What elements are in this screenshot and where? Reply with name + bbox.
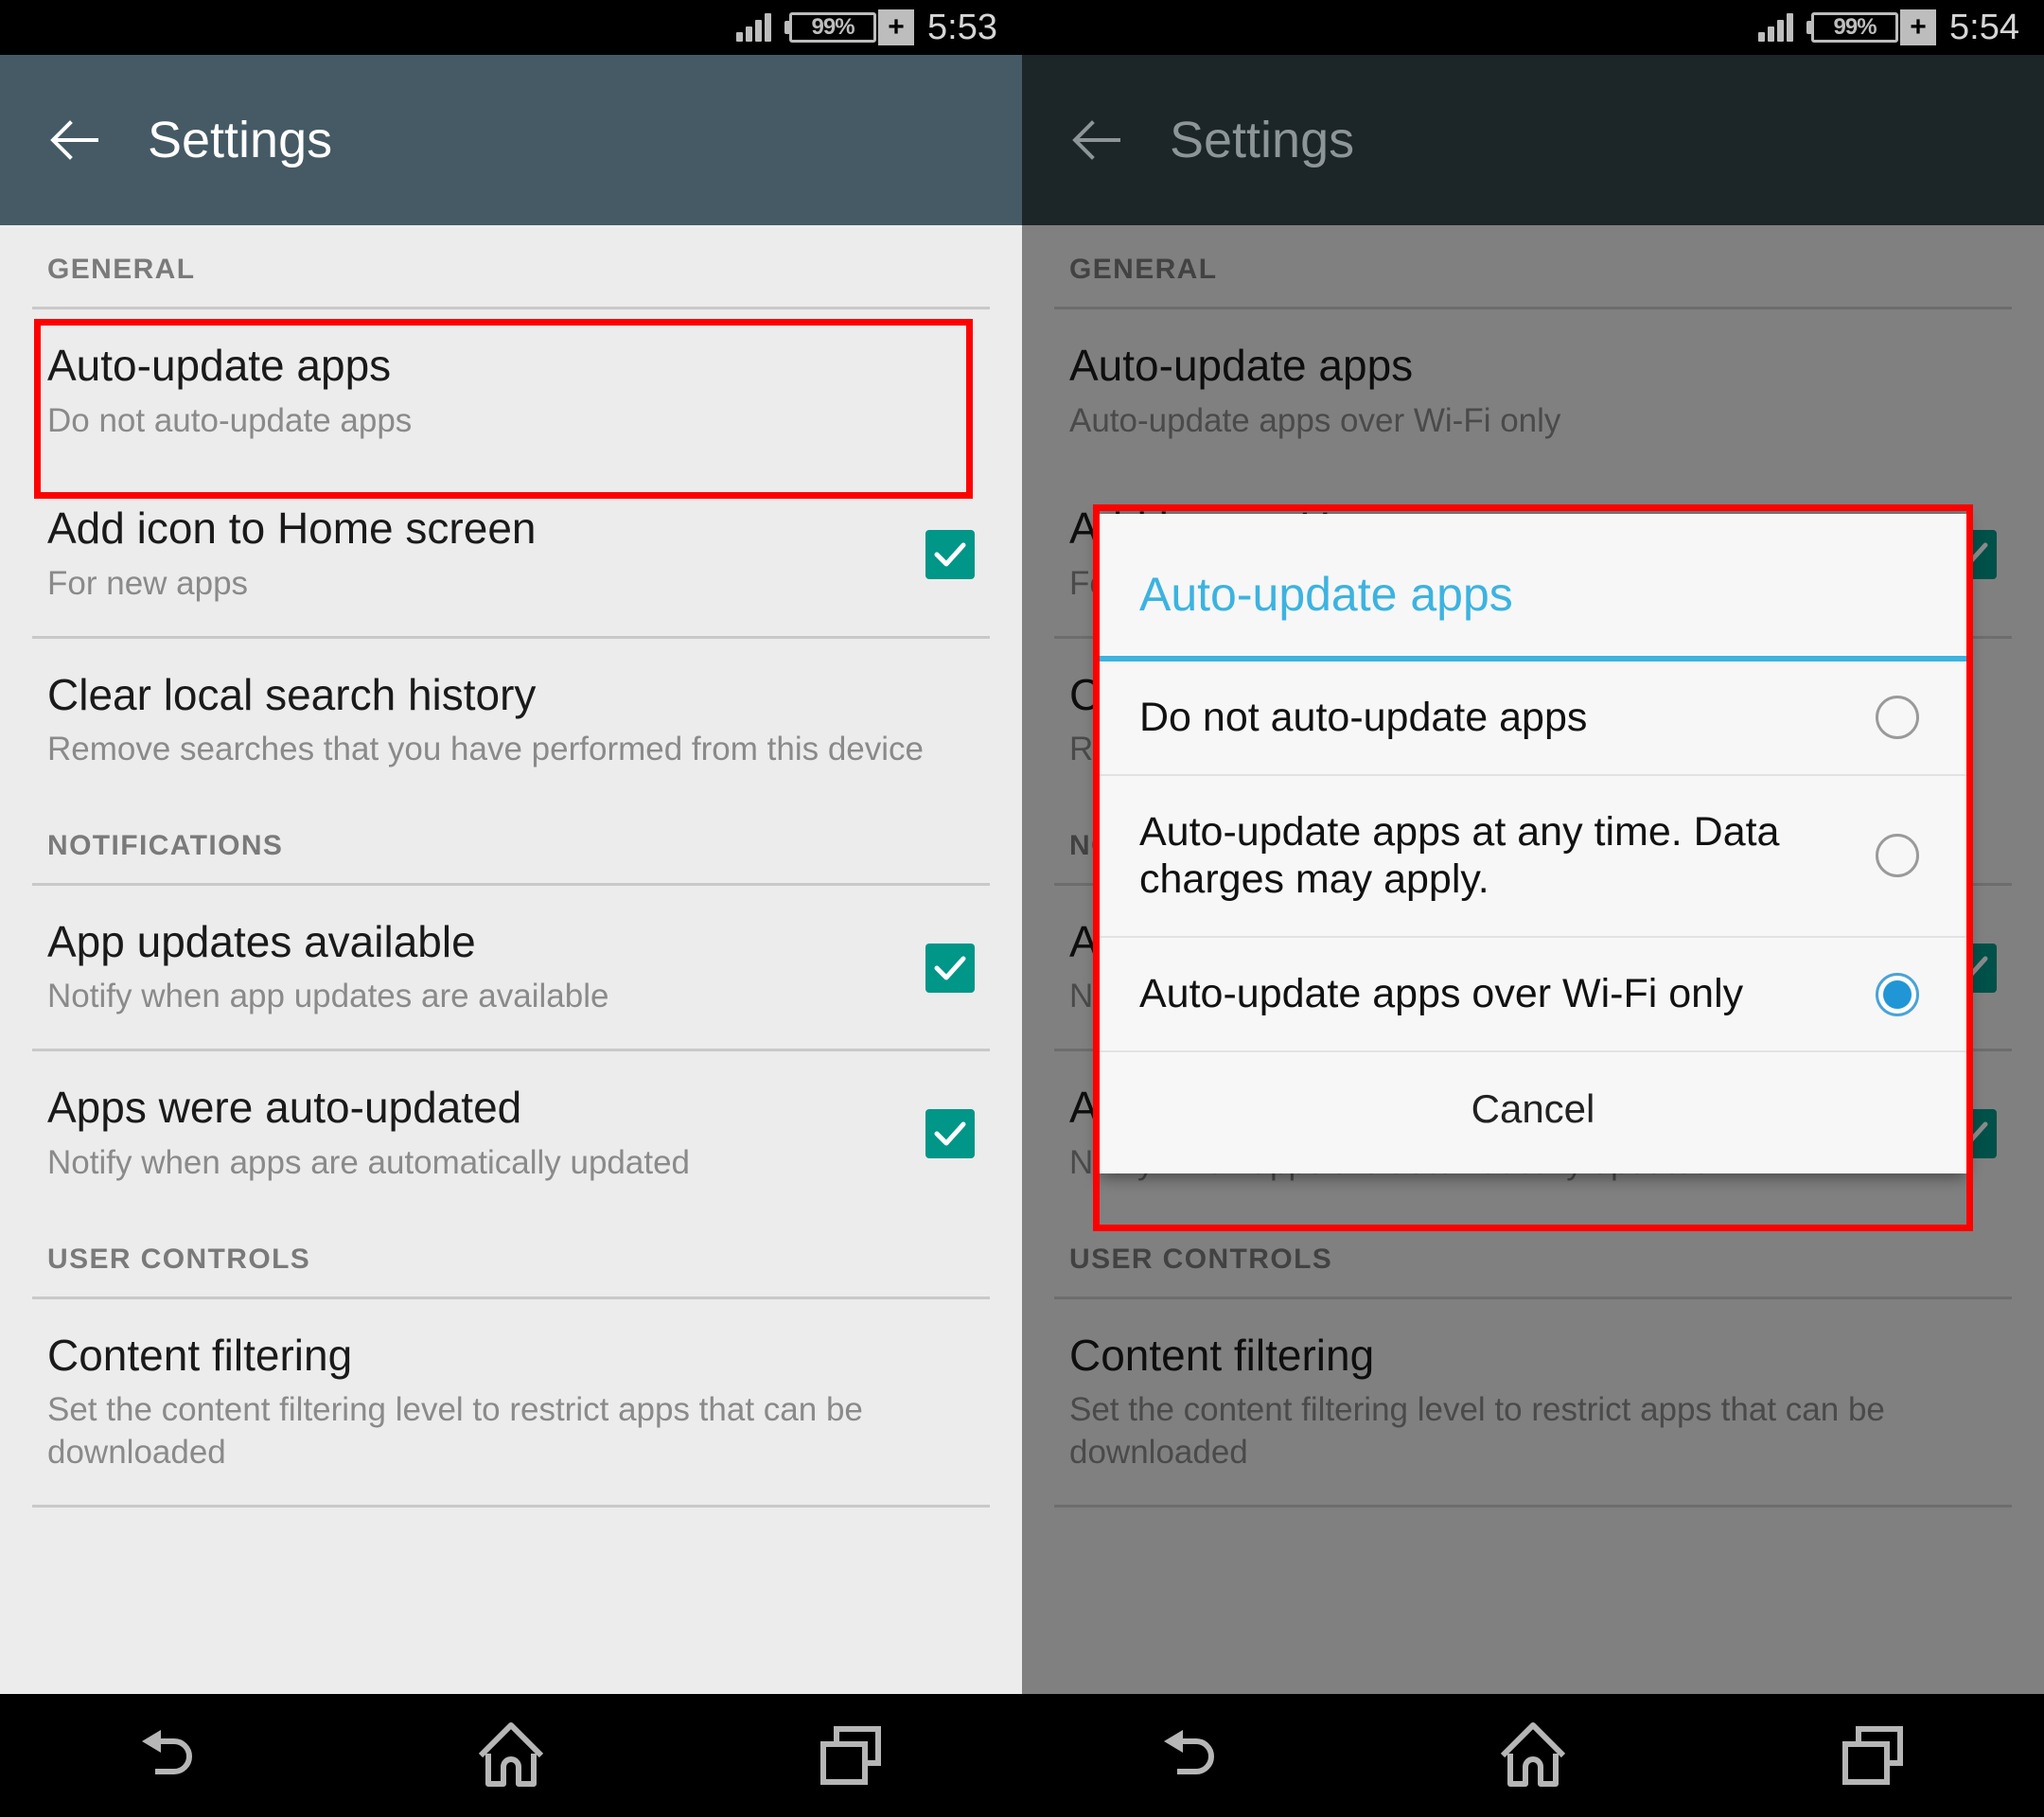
signal-bars-icon: [1758, 13, 1794, 42]
home-icon[interactable]: [440, 1708, 582, 1803]
dialog-option-do-not-auto-update[interactable]: Do not auto-update apps: [1100, 662, 1966, 776]
list-item-subtitle: Do not auto-update apps: [47, 401, 413, 439]
navigation-bar-left[interactable]: [0, 1694, 1022, 1817]
list-item-clear-local-search-history[interactable]: Clear local search history Remove search…: [0, 639, 1022, 802]
list-item-title: App updates available: [47, 916, 476, 966]
home-icon[interactable]: [1462, 1708, 1604, 1803]
checkbox-checked-icon[interactable]: [925, 530, 975, 580]
auto-update-apps-dialog[interactable]: Auto-update apps Do not auto-update apps…: [1100, 514, 1966, 1173]
list-item-subtitle: For new apps: [47, 564, 249, 602]
checkbox-checked-icon[interactable]: [925, 1109, 975, 1159]
list-item-title: Add icon to Home screen: [47, 503, 537, 554]
charging-plus-icon: +: [1900, 9, 1937, 45]
navigation-bar-right[interactable]: [1022, 1694, 2044, 1817]
action-bar-left: Settings: [0, 55, 1022, 225]
recents-icon[interactable]: [1803, 1708, 1945, 1803]
checkbox-checked-icon[interactable]: [925, 944, 975, 994]
list-item-content-filtering[interactable]: Content filtering Set the content filter…: [0, 1299, 1022, 1505]
divider: [32, 1504, 990, 1508]
status-clock: 5:54: [1949, 7, 2019, 47]
dialog-title: Auto-update apps: [1139, 568, 1513, 621]
status-bar-left: 99% + 5:53: [0, 0, 1022, 55]
action-bar-right: Settings: [1022, 55, 2044, 225]
dialog-option-label: Auto-update apps at any time. Data charg…: [1139, 808, 1780, 903]
section-header-general: GENERAL: [47, 254, 196, 285]
dialog-option-wifi-only[interactable]: Auto-update apps over Wi-Fi only: [1100, 938, 1966, 1052]
battery-percent-label: 99%: [789, 12, 877, 43]
status-clock: 5:53: [927, 7, 997, 47]
back-arrow-icon[interactable]: [1069, 112, 1126, 168]
charging-plus-icon: +: [878, 9, 915, 45]
section-header-notifications: NOTIFICATIONS: [47, 829, 284, 861]
recents-icon[interactable]: [781, 1708, 923, 1803]
radio-unselected-icon[interactable]: [1876, 834, 1919, 878]
list-item-subtitle: Notify when app updates are available: [47, 978, 609, 1015]
battery-indicator: 99% +: [1806, 9, 1937, 45]
list-item-title: Clear local search history: [47, 669, 537, 719]
phone-screenshot-left: 99% + 5:53 Settings GENERAL Auto-update …: [0, 0, 1022, 1817]
page-title: Settings: [148, 112, 333, 168]
back-arrow-icon[interactable]: [47, 112, 104, 168]
radio-unselected-icon[interactable]: [1876, 696, 1919, 740]
back-nav-icon[interactable]: [99, 1708, 241, 1803]
list-item-add-icon-to-home-screen[interactable]: Add icon to Home screen For new apps: [0, 472, 1022, 635]
phone-screenshot-right: 99% + 5:54 Settings GENERAL Auto-update …: [1022, 0, 2044, 1817]
list-item-title: Content filtering: [47, 1330, 353, 1380]
list-item-title: Auto-update apps: [47, 341, 392, 390]
settings-list-left[interactable]: GENERAL Auto-update apps Do not auto-upd…: [0, 225, 1022, 1694]
dialog-option-label: Do not auto-update apps: [1139, 695, 1588, 740]
list-item-subtitle: Notify when apps are automatically updat…: [47, 1143, 691, 1181]
list-item-auto-update-apps[interactable]: Auto-update apps Do not auto-update apps: [0, 309, 1022, 472]
radio-selected-icon[interactable]: [1876, 972, 1919, 1016]
dialog-option-any-time[interactable]: Auto-update apps at any time. Data charg…: [1100, 776, 1966, 939]
list-item-app-updates-available[interactable]: App updates available Notify when app up…: [0, 886, 1022, 1049]
cancel-button[interactable]: Cancel: [1100, 1052, 1966, 1173]
battery-percent-label: 99%: [1811, 12, 1899, 43]
list-item-apps-were-auto-updated[interactable]: Apps were auto-updated Notify when apps …: [0, 1051, 1022, 1214]
signal-bars-icon: [736, 13, 772, 42]
list-item-subtitle: Set the content filtering level to restr…: [47, 1391, 863, 1471]
dialog-option-label: Auto-update apps over Wi-Fi only: [1139, 971, 1744, 1017]
status-bar-right: 99% + 5:54: [1022, 0, 2044, 55]
battery-indicator: 99% +: [784, 9, 915, 45]
section-header-user-controls: USER CONTROLS: [47, 1243, 311, 1275]
back-nav-icon[interactable]: [1121, 1708, 1263, 1803]
page-title: Settings: [1170, 112, 1355, 168]
list-item-subtitle: Remove searches that you have performed …: [47, 731, 924, 768]
list-item-title: Apps were auto-updated: [47, 1083, 522, 1133]
